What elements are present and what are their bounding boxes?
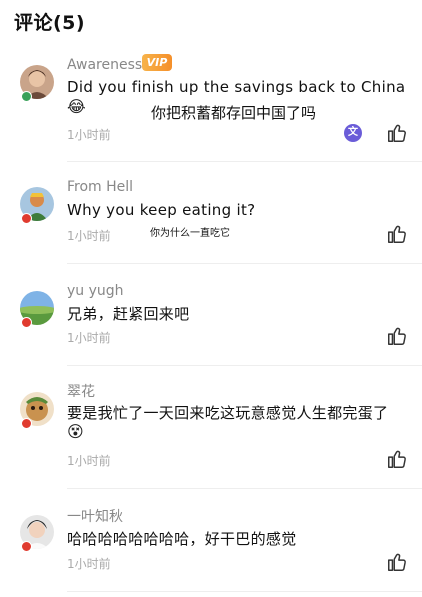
comment-text: 哈哈哈哈哈哈哈哈，好干巴的感觉 xyxy=(67,530,297,548)
thumbs-up-icon xyxy=(388,124,406,142)
like-button[interactable] xyxy=(386,122,408,144)
vip-badge: VIP xyxy=(142,54,172,71)
status-badge xyxy=(21,91,32,102)
comments-header: 评论(5) xyxy=(14,12,86,34)
thumbs-up-icon xyxy=(388,553,406,571)
thumbs-up-icon xyxy=(388,450,406,468)
username[interactable]: From Hell xyxy=(67,179,133,195)
thumbs-up-icon xyxy=(388,327,406,345)
comment-time: 1小时前 xyxy=(67,557,111,571)
like-button[interactable] xyxy=(386,551,408,573)
translate-icon[interactable]: 文 xyxy=(344,124,362,142)
dizzy-face-emoji-icon: 😵 xyxy=(67,422,84,441)
comment-time: 1小时前 xyxy=(67,128,111,142)
comment-text: Did you finish up the savings back to Ch… xyxy=(67,78,406,96)
status-badge xyxy=(21,317,32,328)
divider xyxy=(67,161,422,162)
thumbs-up-icon xyxy=(388,225,406,243)
comment-text: Why you keep eating it? xyxy=(67,201,256,219)
comment-text: 兄弟，赶紧回来吧 xyxy=(67,305,190,323)
comment-time: 1小时前 xyxy=(67,454,111,468)
like-button[interactable] xyxy=(386,448,408,470)
username[interactable]: yu yugh xyxy=(67,283,124,299)
comment-time: 1小时前 xyxy=(67,229,111,243)
status-badge xyxy=(21,541,32,552)
comment-time: 1小时前 xyxy=(67,331,111,345)
username[interactable]: 一叶知秋 xyxy=(67,506,123,526)
comment-text: 要是我忙了一天回来吃这玩意感觉人生都完蛋了 xyxy=(67,404,389,422)
like-button[interactable] xyxy=(386,223,408,245)
like-button[interactable] xyxy=(386,325,408,347)
status-badge xyxy=(21,213,32,224)
divider xyxy=(67,488,422,489)
laughing-emoji-icon: 😂 xyxy=(67,97,86,116)
divider xyxy=(67,365,422,366)
status-badge xyxy=(21,418,32,429)
comment-translation: 你为什么一直吃它 xyxy=(150,228,230,239)
username[interactable]: 翠花 xyxy=(67,381,95,401)
username[interactable]: Awareness xyxy=(67,57,142,73)
divider xyxy=(67,591,422,592)
divider xyxy=(67,263,422,264)
comment-translation: 你把积蓄都存回中国了吗 xyxy=(151,104,317,122)
